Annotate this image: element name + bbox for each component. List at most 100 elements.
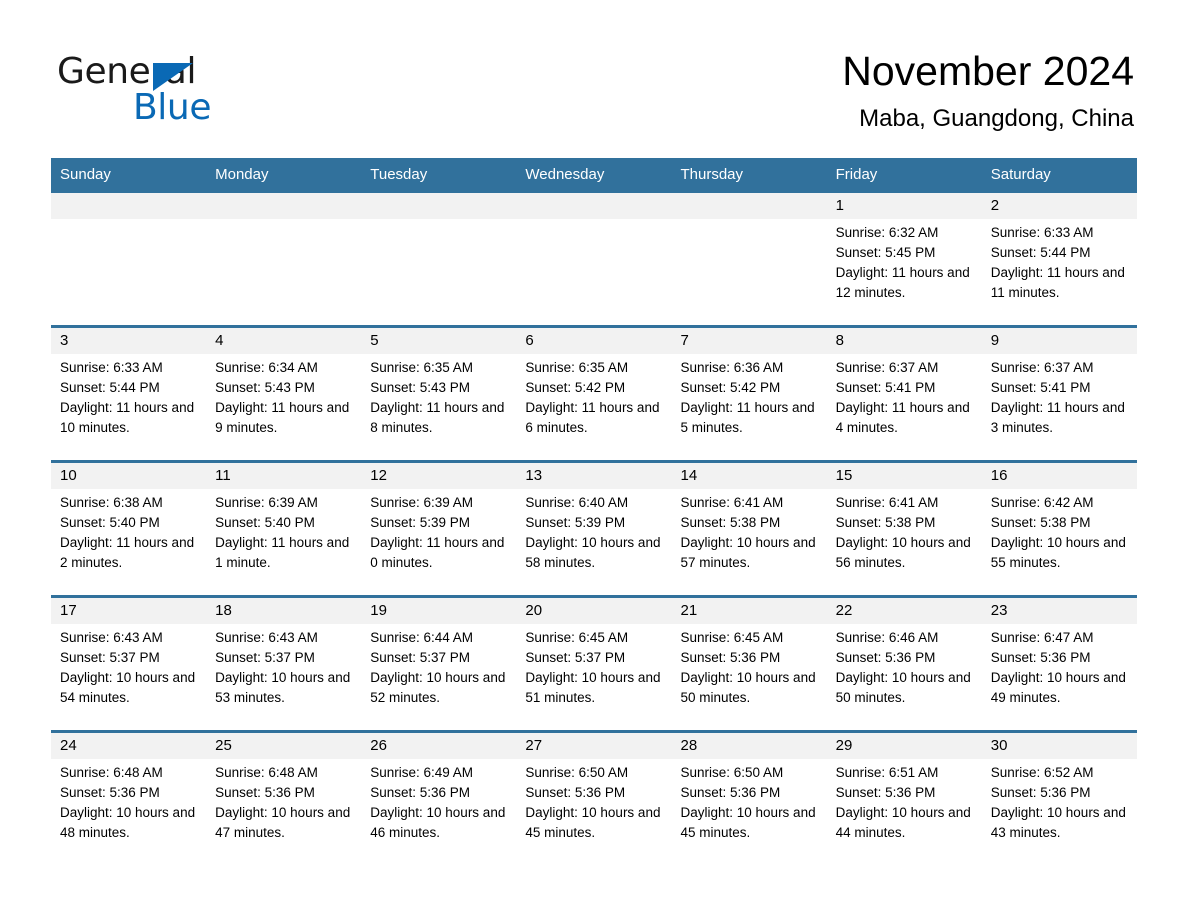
calendar-day-cell[interactable]: 16 Sunrise: 6:42 AM Sunset: 5:38 PM Dayligh…: [981, 463, 1137, 595]
day-info: Sunrise: 6:37 AM Sunset: 5:41 PM Daylight:…: [827, 354, 982, 438]
sunset-text: Sunset: 5:45 PM: [835, 245, 936, 260]
day-number: 11: [215, 467, 231, 484]
day-number: 8: [835, 332, 844, 349]
calendar-day-cell[interactable]: 1 Sunrise: 6:32 AM Sunset: 5:45 PM Daylight…: [826, 193, 982, 325]
daylight-text: Daylight: 11 hours and 11 minutes.: [990, 265, 1125, 300]
sunset-text: Sunset: 5:37 PM: [215, 650, 315, 665]
day-number-band: 7: [671, 328, 827, 354]
daylight-text: Daylight: 10 hours and 53 minutes.: [215, 670, 351, 705]
calendar-day-cell[interactable]: 19 Sunrise: 6:44 AM Sunset: 5:37 PM Dayligh…: [361, 598, 517, 730]
day-info: Sunrise: 6:39 AM Sunset: 5:39 PM Daylight:…: [361, 489, 516, 573]
calendar-day-cell[interactable]: 8 Sunrise: 6:37 AM Sunset: 5:41 PM Daylight…: [826, 328, 982, 460]
calendar-day-cell[interactable]: 17 Sunrise: 6:43 AM Sunset: 5:37 PM Dayligh…: [51, 598, 207, 730]
day-info: Sunrise: 6:41 AM Sunset: 5:38 PM Daylight:…: [827, 489, 982, 573]
sunset-text: Sunset: 5:38 PM: [990, 515, 1091, 530]
day-number: 21: [680, 602, 698, 619]
calendar-day-cell[interactable]: 13 Sunrise: 6:40 AM Sunset: 5:39 PM Dayligh…: [516, 463, 672, 595]
day-info: Sunrise: 6:35 AM Sunset: 5:43 PM Daylight:…: [361, 354, 516, 438]
calendar-day-cell[interactable]: 9 Sunrise: 6:37 AM Sunset: 5:41 PM Daylight…: [981, 328, 1137, 460]
sunset-text: Sunset: 5:42 PM: [680, 380, 781, 395]
sunrise-text: Sunrise: 6:50 AM: [680, 765, 784, 780]
daylight-text: Daylight: 11 hours and 5 minutes.: [680, 400, 815, 435]
sunset-text: Sunset: 5:43 PM: [215, 380, 315, 395]
calendar-day-cell[interactable]: 26 Sunrise: 6:49 AM Sunset: 5:36 PM Dayligh…: [361, 733, 517, 865]
calendar-day-cell[interactable]: 28 Sunrise: 6:50 AM Sunset: 5:36 PM Dayligh…: [671, 733, 827, 865]
day-number: 18: [215, 602, 232, 619]
calendar-day-cell[interactable]: 12 Sunrise: 6:39 AM Sunset: 5:39 PM Dayligh…: [361, 463, 517, 595]
calendar-day-cell[interactable]: 2 Sunrise: 6:33 AM Sunset: 5:44 PM Daylight…: [981, 193, 1137, 325]
location-subtitle: Maba, Guangdong, China: [859, 105, 1134, 132]
day-number-band: 6: [516, 328, 672, 354]
daylight-text: Daylight: 10 hours and 43 minutes.: [990, 805, 1126, 840]
sunset-text: Sunset: 5:37 PM: [60, 650, 160, 665]
calendar-day-cell-empty: [361, 193, 517, 325]
sunrise-text: Sunrise: 6:50 AM: [525, 765, 629, 780]
calendar-day-cell[interactable]: 30 Sunrise: 6:52 AM Sunset: 5:36 PM Dayligh…: [981, 733, 1137, 865]
general-blue-logo[interactable]: General Blue: [57, 52, 327, 132]
sunrise-text: Sunrise: 6:39 AM: [215, 495, 318, 510]
daylight-text: Daylight: 10 hours and 56 minutes.: [835, 535, 971, 570]
sunrise-text: Sunrise: 6:46 AM: [835, 630, 939, 645]
daylight-text: Daylight: 10 hours and 57 minutes.: [680, 535, 816, 570]
daylight-text: Daylight: 10 hours and 49 minutes.: [990, 670, 1126, 705]
calendar-day-cell[interactable]: 22 Sunrise: 6:46 AM Sunset: 5:36 PM Dayligh…: [826, 598, 982, 730]
day-number-band: 4: [206, 328, 362, 354]
sunset-text: Sunset: 5:36 PM: [990, 650, 1091, 665]
day-number-band: 14: [671, 463, 827, 489]
day-number-band: 25: [206, 733, 362, 759]
day-number-band: 9: [981, 328, 1137, 354]
calendar-day-cell[interactable]: 24 Sunrise: 6:48 AM Sunset: 5:36 PM Dayligh…: [51, 733, 207, 865]
day-info: Sunrise: 6:37 AM Sunset: 5:41 PM Daylight:…: [982, 354, 1137, 438]
day-info: Sunrise: 6:36 AM Sunset: 5:42 PM Daylight:…: [672, 354, 827, 438]
calendar-day-cell[interactable]: 10 Sunrise: 6:38 AM Sunset: 5:40 PM Dayligh…: [51, 463, 207, 595]
day-number-band: [361, 193, 517, 219]
day-number: 20: [525, 602, 543, 619]
calendar-page: General Blue November 2024 Maba, Guangdo…: [0, 0, 1188, 918]
calendar-day-cell[interactable]: 14 Sunrise: 6:41 AM Sunset: 5:38 PM Dayligh…: [671, 463, 827, 595]
day-number-band: 12: [361, 463, 517, 489]
calendar-grid: Sunday Monday Tuesday Wednesday Thursday…: [51, 158, 1137, 865]
calendar-day-cell[interactable]: 23 Sunrise: 6:47 AM Sunset: 5:36 PM Dayligh…: [981, 598, 1137, 730]
sunrise-text: Sunrise: 6:32 AM: [835, 225, 939, 240]
day-number: 15: [835, 467, 853, 484]
calendar-day-cell[interactable]: 15 Sunrise: 6:41 AM Sunset: 5:38 PM Dayligh…: [826, 463, 982, 595]
calendar-day-cell[interactable]: 4 Sunrise: 6:34 AM Sunset: 5:43 PM Daylight…: [206, 328, 362, 460]
calendar-day-cell[interactable]: 21 Sunrise: 6:45 AM Sunset: 5:36 PM Dayligh…: [671, 598, 827, 730]
calendar-week-row: 17 Sunrise: 6:43 AM Sunset: 5:37 PM Dayligh…: [51, 595, 1137, 730]
calendar-day-cell[interactable]: 27 Sunrise: 6:50 AM Sunset: 5:36 PM Dayligh…: [516, 733, 672, 865]
day-number: 26: [370, 737, 387, 754]
day-number-band: 18: [206, 598, 362, 624]
day-number-band: 8: [826, 328, 982, 354]
day-number: 10: [60, 467, 77, 484]
sunrise-text: Sunrise: 6:36 AM: [680, 360, 784, 375]
calendar-day-cell[interactable]: 18 Sunrise: 6:43 AM Sunset: 5:37 PM Dayligh…: [206, 598, 362, 730]
day-number-band: 13: [516, 463, 672, 489]
day-number-band: 3: [51, 328, 207, 354]
calendar-day-cell[interactable]: 11 Sunrise: 6:39 AM Sunset: 5:40 PM Dayligh…: [206, 463, 362, 595]
calendar-day-cell[interactable]: 29 Sunrise: 6:51 AM Sunset: 5:36 PM Dayligh…: [826, 733, 982, 865]
day-info: Sunrise: 6:33 AM Sunset: 5:44 PM Daylight:…: [982, 219, 1137, 303]
day-number: 7: [680, 332, 689, 349]
sunset-text: Sunset: 5:42 PM: [525, 380, 626, 395]
sunset-text: Sunset: 5:39 PM: [370, 515, 471, 530]
calendar-day-cell[interactable]: 20 Sunrise: 6:45 AM Sunset: 5:37 PM Dayligh…: [516, 598, 672, 730]
daylight-text: Daylight: 11 hours and 0 minutes.: [370, 535, 505, 570]
sunset-text: Sunset: 5:36 PM: [60, 785, 160, 800]
day-number: 12: [370, 467, 387, 484]
calendar-week-row: 1 Sunrise: 6:32 AM Sunset: 5:45 PM Daylight…: [51, 193, 1137, 325]
calendar-day-cell[interactable]: 25 Sunrise: 6:48 AM Sunset: 5:36 PM Dayligh…: [206, 733, 362, 865]
day-number-band: 19: [361, 598, 517, 624]
page-title: November 2024: [842, 48, 1134, 94]
daylight-text: Daylight: 11 hours and 3 minutes.: [990, 400, 1125, 435]
sunrise-text: Sunrise: 6:43 AM: [215, 630, 318, 645]
calendar-day-cell[interactable]: 7 Sunrise: 6:36 AM Sunset: 5:42 PM Daylight…: [671, 328, 827, 460]
calendar-day-cell-empty: [516, 193, 672, 325]
calendar-day-cell[interactable]: 5 Sunrise: 6:35 AM Sunset: 5:43 PM Daylight…: [361, 328, 517, 460]
day-number: 28: [680, 737, 698, 754]
calendar-day-cell[interactable]: 6 Sunrise: 6:35 AM Sunset: 5:42 PM Daylight…: [516, 328, 672, 460]
sunrise-text: Sunrise: 6:45 AM: [525, 630, 629, 645]
sunset-text: Sunset: 5:43 PM: [370, 380, 471, 395]
calendar-day-cell[interactable]: 3 Sunrise: 6:33 AM Sunset: 5:44 PM Daylight…: [51, 328, 207, 460]
sunrise-text: Sunrise: 6:52 AM: [990, 765, 1094, 780]
day-number: 30: [990, 737, 1008, 754]
